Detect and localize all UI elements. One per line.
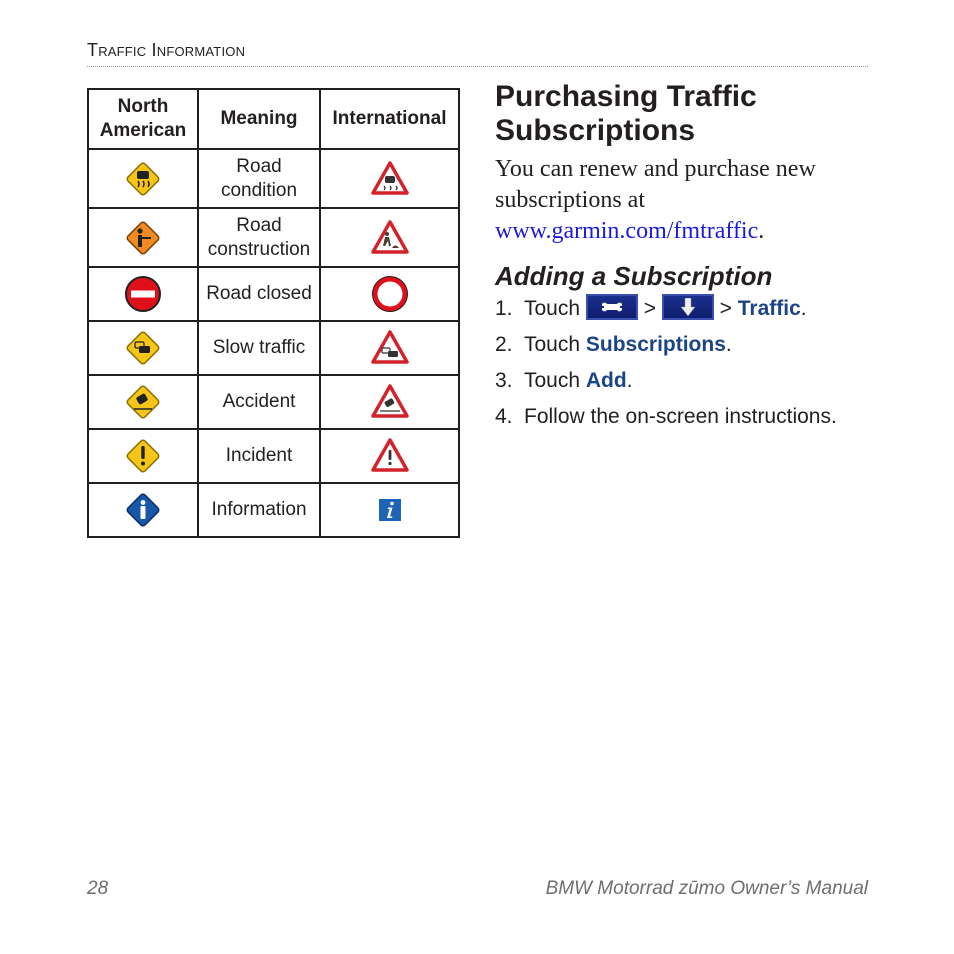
- separator: >: [637, 297, 662, 320]
- header-international: International: [319, 88, 460, 150]
- traffic-symbols-table: North American Meaning International Roa…: [87, 88, 460, 538]
- step-number: 2.: [495, 333, 513, 356]
- step-item: 1. Touch > > Traffic.: [495, 291, 875, 327]
- subsection-title: Adding a Subscription: [495, 261, 773, 291]
- road-condition-diamond-icon: [123, 159, 163, 199]
- tools-button: [585, 294, 638, 320]
- header-meaning: Meaning: [197, 88, 321, 150]
- table-row: Information: [87, 482, 460, 538]
- step-number: 3.: [495, 369, 513, 392]
- page-number: 28: [87, 878, 109, 899]
- table-row: Road closed: [87, 266, 460, 322]
- body-period: .: [758, 218, 765, 244]
- table-row: Incident: [87, 428, 460, 484]
- meaning-cell: Incident: [197, 428, 321, 484]
- step-text: Touch: [524, 333, 586, 356]
- step-text: Touch: [524, 297, 586, 320]
- ui-term-subscriptions: Subscriptions: [585, 333, 726, 356]
- ui-term-traffic: Traffic: [737, 297, 801, 320]
- road-closed-ring-icon: [370, 274, 410, 314]
- accident-triangle-icon: [370, 382, 410, 422]
- step-period: .: [725, 333, 732, 356]
- step-period: .: [800, 297, 807, 320]
- information-diamond-icon: [123, 490, 163, 530]
- step-item: 3. Touch Add.: [495, 363, 875, 399]
- table-row: Slow traffic: [87, 320, 460, 376]
- step-item: 4. Follow the on-screen instructions.: [495, 399, 875, 435]
- slow-traffic-diamond-icon: [123, 328, 163, 368]
- step-text: Follow the on-screen instructions.: [524, 405, 837, 428]
- running-head: Traffic Information: [87, 40, 246, 60]
- wrench-icon: [600, 302, 623, 312]
- content-column: Purchasing Traffic Subscriptions You can…: [495, 80, 875, 435]
- road-condition-triangle-icon: [370, 159, 410, 199]
- header-north-american: North American: [87, 88, 199, 150]
- incident-diamond-icon: [123, 436, 163, 476]
- step-item: 2. Touch Subscriptions.: [495, 327, 875, 363]
- road-construction-triangle-icon: [370, 218, 410, 258]
- information-square-icon: [370, 490, 410, 530]
- separator: >: [713, 297, 738, 320]
- section-body: You can renew and purchase new subscript…: [495, 154, 875, 247]
- accident-diamond-icon: [123, 382, 163, 422]
- steps-list: 1. Touch > > Traffic. 2. Touch Subscriptio…: [495, 291, 875, 435]
- step-number: 1.: [495, 297, 513, 320]
- table-row: Road condition: [87, 148, 460, 209]
- garmin-traffic-link[interactable]: www.garmin.com/fmtraffic: [495, 218, 758, 244]
- section-title: Purchasing Traffic Subscriptions: [495, 80, 757, 147]
- step-period: .: [626, 369, 633, 392]
- step-number: 4.: [495, 405, 513, 428]
- down-arrow-button: [661, 294, 714, 320]
- meaning-cell: Accident: [197, 374, 321, 430]
- table-row: Road construction: [87, 207, 460, 268]
- incident-triangle-icon: [370, 436, 410, 476]
- meaning-cell: Road construction: [197, 207, 321, 268]
- step-text: Touch: [524, 369, 586, 392]
- road-closed-circle-icon: [123, 274, 163, 314]
- ui-term-add: Add: [585, 369, 627, 392]
- road-construction-diamond-icon: [123, 218, 163, 258]
- meaning-cell: Information: [197, 482, 321, 538]
- down-arrow-icon: [680, 298, 696, 316]
- meaning-cell: Slow traffic: [197, 320, 321, 376]
- body-text: You can renew and purchase new subscript…: [495, 156, 816, 213]
- header-divider: [87, 66, 868, 67]
- table-row: Accident: [87, 374, 460, 430]
- manual-title: BMW Motorrad zūmo Owner’s Manual: [545, 878, 868, 899]
- meaning-cell: Road closed: [197, 266, 321, 322]
- meaning-cell: Road condition: [197, 148, 321, 209]
- slow-traffic-triangle-icon: [370, 328, 410, 368]
